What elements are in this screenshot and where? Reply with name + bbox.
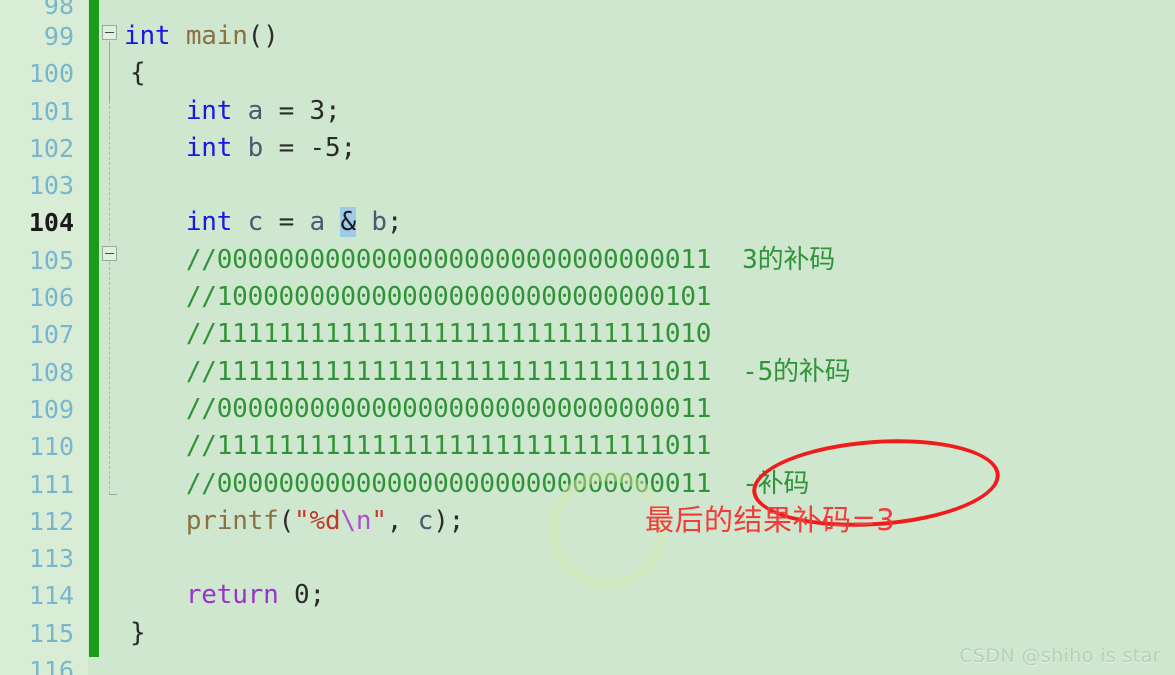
code-line-100: { (124, 55, 1175, 92)
comment-binary-result: //00000000000000000000000000000011 (124, 468, 712, 499)
fold-toggle-icon-comment-block[interactable] (102, 246, 117, 261)
line-number: 114 (28, 581, 74, 611)
line-number: 99 (43, 22, 74, 51)
csdn-watermark: CSDN @shiho is star (959, 645, 1161, 667)
line-number: 106 (28, 283, 74, 313)
variable-a: a (247, 95, 264, 126)
keyword-return: return (185, 580, 279, 611)
comment-binary-3-complement: //00000000000000000000000000000011 (124, 244, 712, 275)
code-line-108: //11111111111111111111111111111011 -5的补码 (124, 354, 1175, 391)
number-literal: -5 (309, 132, 341, 163)
comment-binary-neg5-sign-magnitude: //10000000000000000000000000000101 (124, 282, 712, 313)
semicolon: ; (309, 580, 326, 611)
code-text-area[interactable]: int main() { int a = 3; int b = -5; int … (124, 0, 1175, 675)
line-number: 102 (28, 133, 74, 163)
line-number: 108 (28, 357, 74, 387)
semicolon: ; (386, 207, 403, 238)
code-line-104: int c = a & b; (124, 204, 1175, 241)
paren-close-semicolon: ); (433, 505, 465, 536)
assign-operator: = (278, 132, 295, 163)
variable-b: b (247, 132, 264, 163)
line-number: 111 (28, 469, 74, 499)
comment-note-neg5-complement: -5的补码 (711, 356, 851, 387)
code-line-106: //10000000000000000000000000000101 (124, 279, 1175, 316)
fold-guide-line-dashed (109, 101, 110, 241)
fold-guide-line (109, 41, 110, 101)
variable-c: c (247, 207, 264, 238)
operand-b: b (371, 207, 387, 238)
brace-close: } (130, 617, 146, 648)
string-literal-format: "%d (294, 505, 341, 536)
semicolon: ; (325, 95, 341, 126)
modified-lines-indicator-bar (89, 0, 99, 657)
line-number: 103 (28, 171, 74, 201)
line-number: 112 (28, 506, 74, 536)
paren-open: ( (278, 505, 295, 536)
argument-c: c (417, 505, 434, 536)
comment-binary-neg5-ones-complement: //11111111111111111111111111111010 (124, 319, 712, 350)
code-line-109: //00000000000000000000000000000011 (124, 391, 1175, 428)
fold-toggle-icon-main[interactable] (102, 25, 117, 40)
assign-operator: = (278, 95, 295, 126)
code-line-107: //11111111111111111111111111111010 (124, 316, 1175, 353)
line-number: 105 (28, 245, 74, 275)
line-number: 115 (28, 618, 74, 648)
number-literal: 3 (309, 95, 326, 126)
escape-sequence-newline: \n (340, 505, 372, 536)
line-number-column: 98 99 100 101 102 103 104 105 106 107 10… (0, 0, 88, 675)
line-number: 98 (43, 0, 74, 20)
fold-end-bracket (109, 494, 117, 495)
line-number-current: 104 (28, 208, 74, 238)
red-annotation-text: 最后的结果补码=3 (645, 503, 896, 537)
argument-separator: , (386, 505, 418, 536)
selected-bitwise-and-operator[interactable]: & (340, 207, 356, 238)
code-line-101: int a = 3; (124, 93, 1175, 130)
function-name-main: main (185, 21, 248, 51)
line-number: 100 (28, 59, 74, 89)
code-line-102: int b = -5; (124, 130, 1175, 167)
comment-binary-operand-a: //00000000000000000000000000000011 (124, 393, 712, 424)
string-literal-close-quote: " (371, 505, 387, 536)
code-line-99: int main() (124, 18, 1175, 55)
line-number: 116 (28, 656, 74, 675)
function-name-printf: printf (185, 505, 279, 536)
comment-note-result-complement: -补码 (711, 468, 810, 499)
code-line-110: //11111111111111111111111111111011 (124, 428, 1175, 465)
code-editor-screenshot: 98 99 100 101 102 103 104 105 106 107 10… (0, 0, 1175, 675)
parens: () (247, 21, 279, 51)
comment-binary-operand-b: //11111111111111111111111111111011 (124, 431, 712, 462)
line-number: 113 (28, 544, 74, 574)
line-number: 110 (28, 432, 74, 462)
comment-note-3-complement: 3的补码 (711, 244, 835, 275)
keyword-int: int (185, 95, 233, 126)
fold-guide-line-dashed (109, 262, 110, 494)
code-line-114: return 0; (124, 577, 1175, 614)
keyword-int: int (185, 207, 233, 238)
comment-binary-neg5-twos-complement: //11111111111111111111111111111011 (124, 356, 712, 387)
number-literal: 0 (294, 580, 310, 611)
keyword-int: int (185, 132, 233, 163)
keyword-int: int (124, 21, 171, 51)
line-number: 101 (28, 96, 74, 126)
brace-open: { (130, 58, 146, 89)
code-line-105: //00000000000000000000000000000011 3的补码 (124, 242, 1175, 279)
line-number: 107 (28, 320, 74, 350)
semicolon: ; (340, 132, 356, 163)
operand-a: a (309, 207, 326, 238)
assign-operator: = (278, 207, 295, 238)
line-number: 109 (28, 394, 74, 424)
